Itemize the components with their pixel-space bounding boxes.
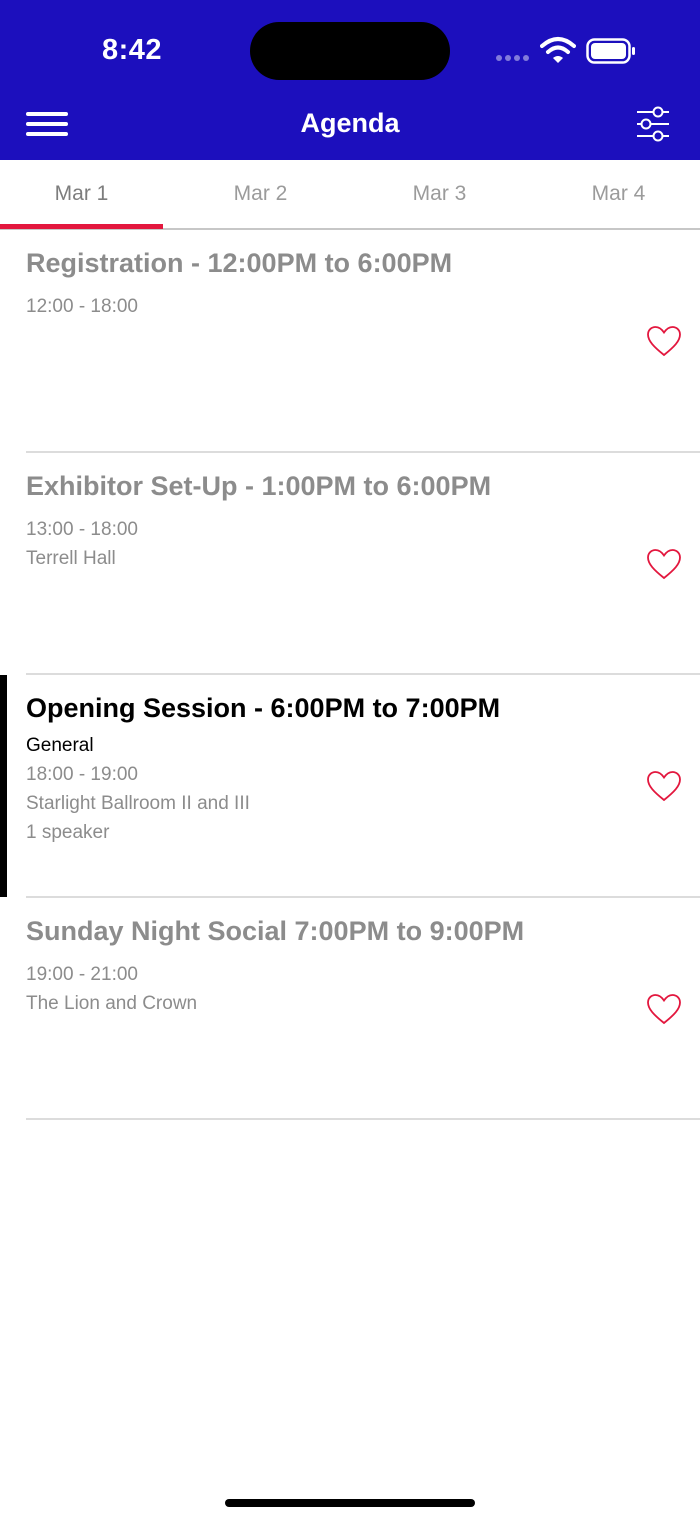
favorite-heart-icon[interactable]: [646, 548, 682, 580]
active-tab-indicator: [0, 224, 163, 229]
session-item-current[interactable]: Opening Session - 6:00PM to 7:00PM Gener…: [0, 675, 700, 898]
session-title: Registration - 12:00PM to 6:00PM: [26, 248, 453, 278]
filter-sliders-icon[interactable]: [634, 106, 672, 142]
session-item[interactable]: Sunday Night Social 7:00PM to 9:00PM 19:…: [26, 898, 700, 1120]
session-title: Exhibitor Set-Up - 1:00PM to 6:00PM: [26, 470, 492, 501]
battery-icon: [586, 38, 635, 64]
session-location: The Lion and Crown: [26, 992, 198, 1014]
tab-mar-4[interactable]: Mar 4: [537, 182, 700, 206]
status-time: 8:42: [102, 34, 163, 66]
tab-mar-1[interactable]: Mar 1: [0, 182, 163, 206]
favorite-heart-icon[interactable]: [646, 325, 682, 357]
page-title: Agenda: [300, 108, 400, 138]
wifi-icon: [540, 37, 576, 63]
session-speakers: 1 speaker: [26, 822, 110, 843]
session-time: 18:00 - 19:00: [26, 764, 138, 785]
session-item[interactable]: Exhibitor Set-Up - 1:00PM to 6:00PM 13:0…: [26, 453, 700, 675]
session-location: Terrell Hall: [26, 547, 116, 569]
session-title: Sunday Night Social 7:00PM to 9:00PM: [26, 915, 525, 946]
session-time: 19:00 - 21:00: [26, 963, 138, 985]
tab-mar-3[interactable]: Mar 3: [358, 182, 521, 206]
cellular-signal-icon: [496, 52, 534, 62]
session-time: 13:00 - 18:00: [26, 518, 138, 540]
session-title: Opening Session - 6:00PM to 7:00PM: [26, 693, 501, 723]
app-header: 8:42 Agenda: [0, 0, 700, 160]
home-indicator[interactable]: [225, 1499, 475, 1507]
session-track: General: [26, 735, 94, 756]
session-time: 12:00 - 18:00: [26, 296, 138, 317]
favorite-heart-icon[interactable]: [646, 993, 682, 1025]
favorite-heart-icon[interactable]: [646, 770, 682, 802]
tab-mar-2[interactable]: Mar 2: [179, 182, 342, 206]
dynamic-island: [250, 22, 450, 80]
session-location: Starlight Ballroom II and III: [26, 793, 250, 814]
session-item[interactable]: Registration - 12:00PM to 6:00PM 12:00 -…: [26, 230, 700, 453]
session-list: Registration - 12:00PM to 6:00PM 12:00 -…: [0, 230, 700, 1120]
date-tabs: Mar 1 Mar 2 Mar 3 Mar 4: [0, 160, 700, 230]
current-session-bar: [0, 675, 7, 897]
